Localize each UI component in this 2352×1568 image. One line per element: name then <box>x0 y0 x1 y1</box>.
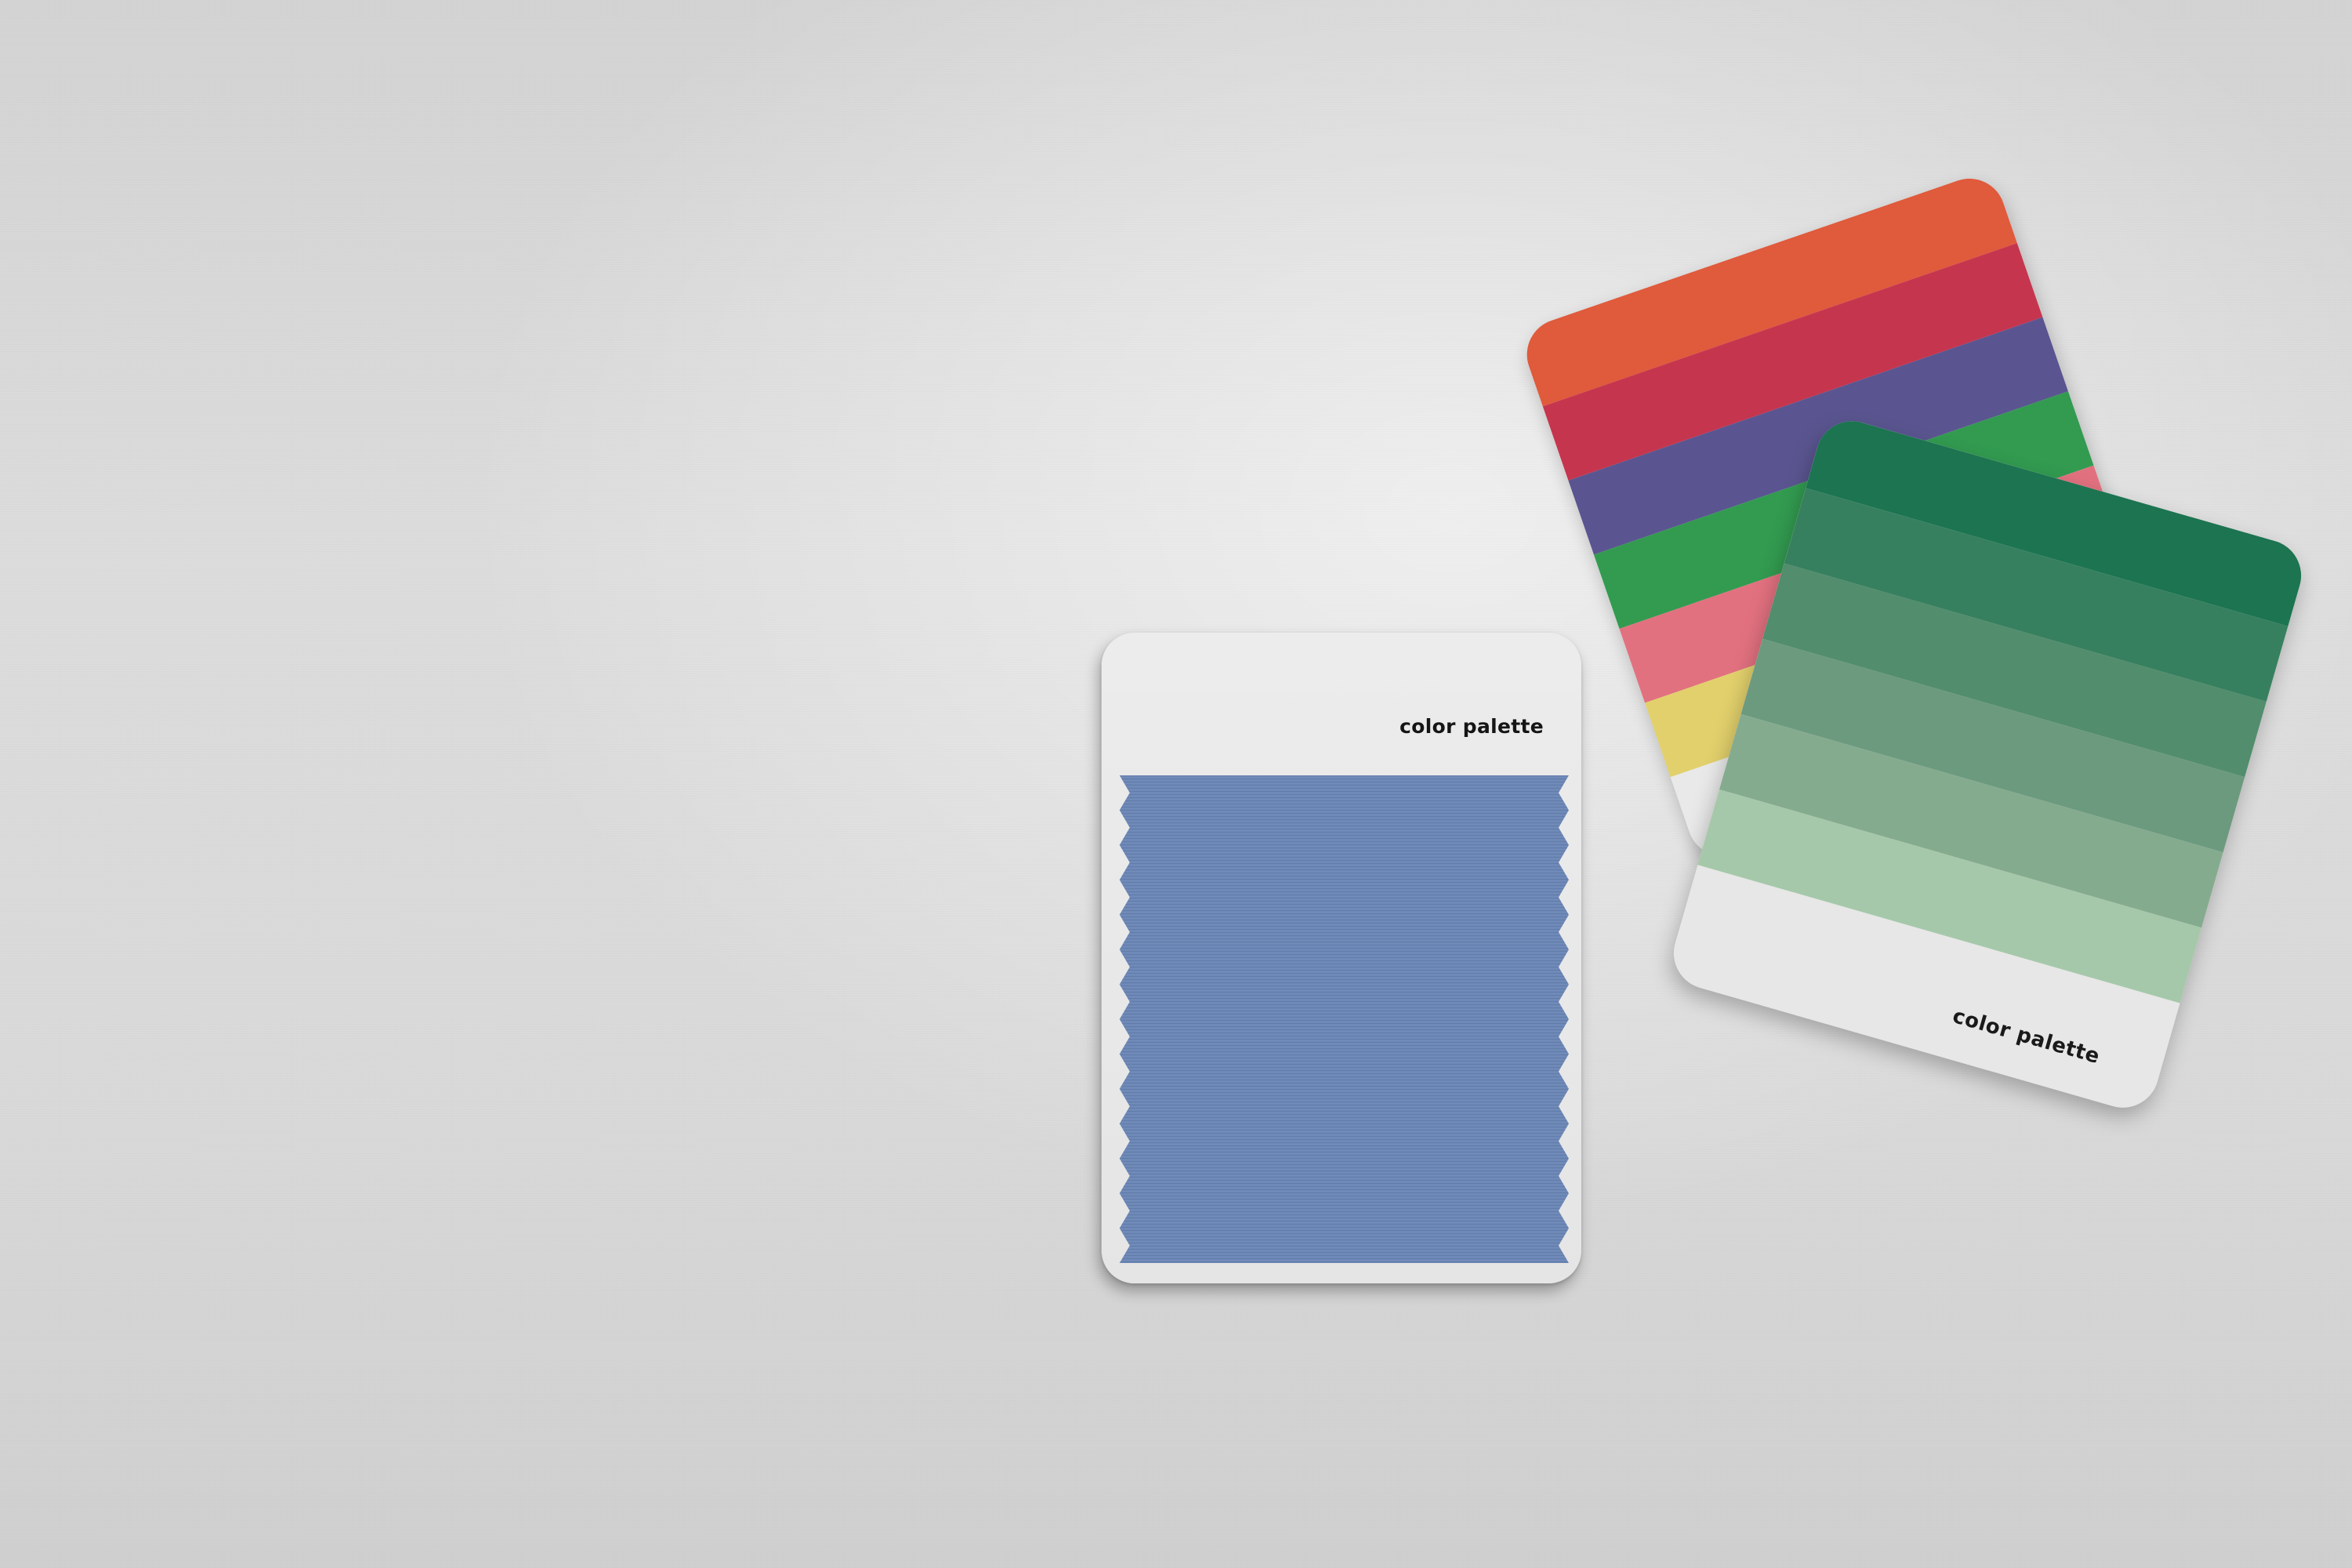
blue-card-label: color palette <box>1399 715 1544 738</box>
blue-fabric-swatch <box>1120 775 1569 1263</box>
desk-surface: color palette color palette <box>0 0 2352 1568</box>
blue-swatch-card: color palette <box>1102 633 1581 1283</box>
green-card-label: color palette <box>1950 1004 2103 1069</box>
swatch-weave-texture <box>1120 775 1569 1263</box>
